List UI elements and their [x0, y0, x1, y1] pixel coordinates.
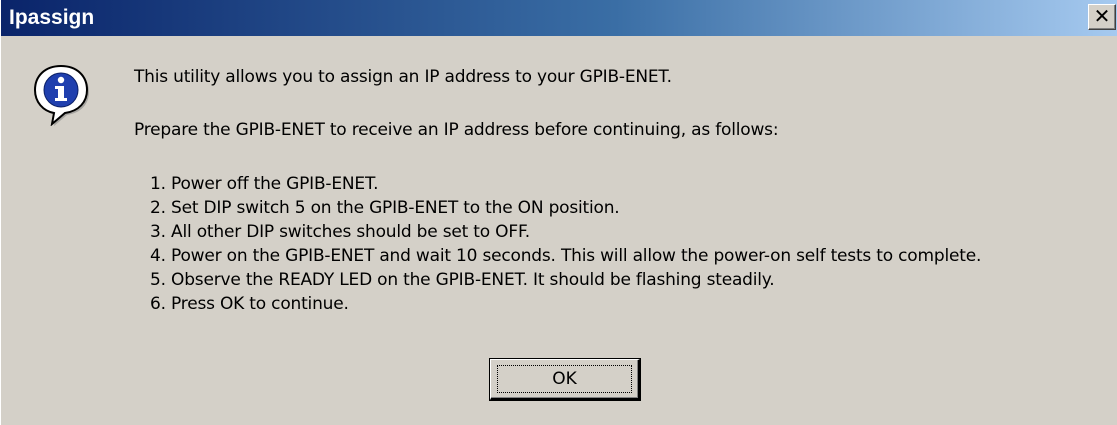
- ok-button-label: OK: [552, 368, 577, 389]
- step-item: 3. All other DIP switches should be set …: [150, 222, 530, 242]
- step-item: 1. Power off the GPIB-ENET.: [150, 174, 379, 194]
- step-item: 5. Observe the READY LED on the GPIB-ENE…: [150, 270, 775, 290]
- title-bar[interactable]: Ipassign ✕: [1, 0, 1117, 36]
- info-icon: [33, 64, 89, 126]
- step-item: 4. Power on the GPIB-ENET and wait 10 se…: [150, 246, 982, 266]
- intro-text: This utility allows you to assign an IP …: [134, 67, 672, 87]
- ok-button[interactable]: OK: [489, 358, 641, 401]
- close-icon: ✕: [1093, 4, 1111, 28]
- window-title: Ipassign: [9, 6, 95, 29]
- step-item: 2. Set DIP switch 5 on the GPIB-ENET to …: [150, 198, 620, 218]
- prepare-text: Prepare the GPIB-ENET to receive an IP a…: [134, 120, 779, 140]
- close-button[interactable]: ✕: [1088, 4, 1116, 30]
- dialog-window: Ipassign ✕ This utility allows you to as…: [0, 0, 1117, 425]
- step-item: 6. Press OK to continue.: [150, 294, 349, 314]
